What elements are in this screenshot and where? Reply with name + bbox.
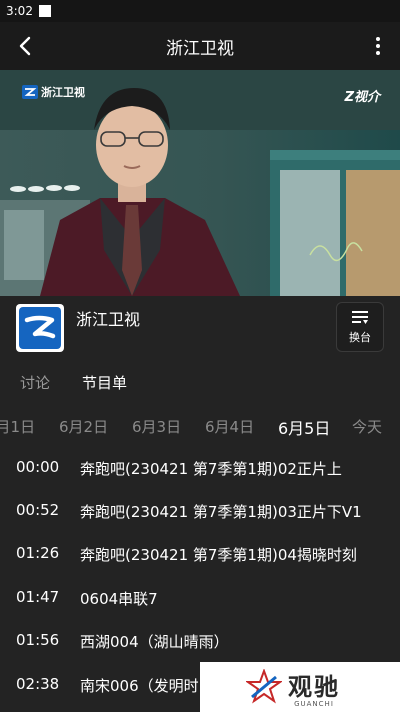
video-frame	[0, 70, 400, 296]
more-vertical-icon[interactable]	[374, 36, 382, 56]
zjtv-logo-icon	[22, 85, 38, 99]
program-time: 00:52	[16, 501, 60, 519]
chevron-left-icon[interactable]	[14, 34, 38, 58]
video-player[interactable]: 浙江卫视 Z视介	[0, 70, 400, 296]
date-item-today[interactable]: 今天	[352, 416, 382, 437]
nav-bar: 浙江卫视	[0, 22, 400, 70]
notification-icon	[38, 5, 51, 17]
guanchi-watermark: 观驰 GUANCHI	[200, 662, 400, 712]
date-item[interactable]: 6月2日	[59, 416, 108, 437]
program-item[interactable]: 00:52 奔跑吧(230421 第7季第1期)03正片下V1	[0, 491, 400, 531]
watermark-sub-text: GUANCHI	[294, 699, 334, 708]
channel-info: 浙江卫视 换台	[0, 296, 400, 364]
date-item[interactable]: 6月4日	[205, 416, 254, 437]
program-time: 01:47	[16, 588, 60, 606]
date-selector: 6月1日 6月2日 6月3日 6月4日 6月5日 今天	[0, 404, 400, 448]
watermark-text-block: 观驰 GUANCHI	[288, 667, 340, 708]
date-item[interactable]: 6月1日	[0, 416, 35, 437]
star-logo-icon	[246, 669, 282, 704]
tab-schedule[interactable]: 节目单	[82, 372, 127, 393]
program-title: 0604串联7	[80, 590, 158, 608]
program-time: 01:26	[16, 544, 60, 562]
watermark-text: 浙江卫视	[41, 86, 85, 99]
program-title: 西湖004（湖山晴雨）	[80, 633, 229, 651]
program-time: 02:38	[16, 675, 60, 693]
program-title: 南宋006（发明时	[80, 677, 199, 695]
content-tabs: 讨论 节目单	[0, 364, 400, 404]
switch-list-icon	[352, 310, 368, 324]
channel-logo	[16, 304, 64, 352]
page-title: 浙江卫视	[166, 38, 234, 59]
tab-discussion[interactable]: 讨论	[20, 372, 50, 393]
program-time: 01:56	[16, 631, 60, 649]
channel-name: 浙江卫视	[76, 310, 141, 329]
program-title: 奔跑吧(230421 第7季第1期)04揭晓时刻	[80, 546, 357, 564]
status-time: 3:02	[6, 4, 33, 18]
channel-watermark: 浙江卫视	[22, 84, 85, 100]
program-title: 奔跑吧(230421 第7季第1期)03正片下V1	[80, 503, 362, 521]
zshijie-watermark: Z视介	[344, 90, 380, 105]
status-bar: 3:02	[0, 0, 400, 22]
date-item[interactable]: 6月3日	[132, 416, 181, 437]
date-item-selected[interactable]: 6月5日	[278, 415, 330, 439]
program-item[interactable]: 01:56 西湖004（湖山晴雨）	[0, 621, 400, 661]
program-title: 奔跑吧(230421 第7季第1期)02正片上	[80, 460, 342, 478]
switch-channel-button[interactable]: 换台	[336, 302, 384, 352]
program-item[interactable]: 00:00 奔跑吧(230421 第7季第1期)02正片上	[0, 448, 400, 488]
watermark-main-text: 观驰	[288, 672, 340, 701]
program-item[interactable]: 01:47 0604串联7	[0, 578, 400, 618]
switch-channel-label: 换台	[349, 330, 371, 344]
zjtv-logo-icon	[19, 307, 61, 349]
program-item[interactable]: 01:26 奔跑吧(230421 第7季第1期)04揭晓时刻	[0, 534, 400, 574]
program-time: 00:00	[16, 458, 60, 476]
